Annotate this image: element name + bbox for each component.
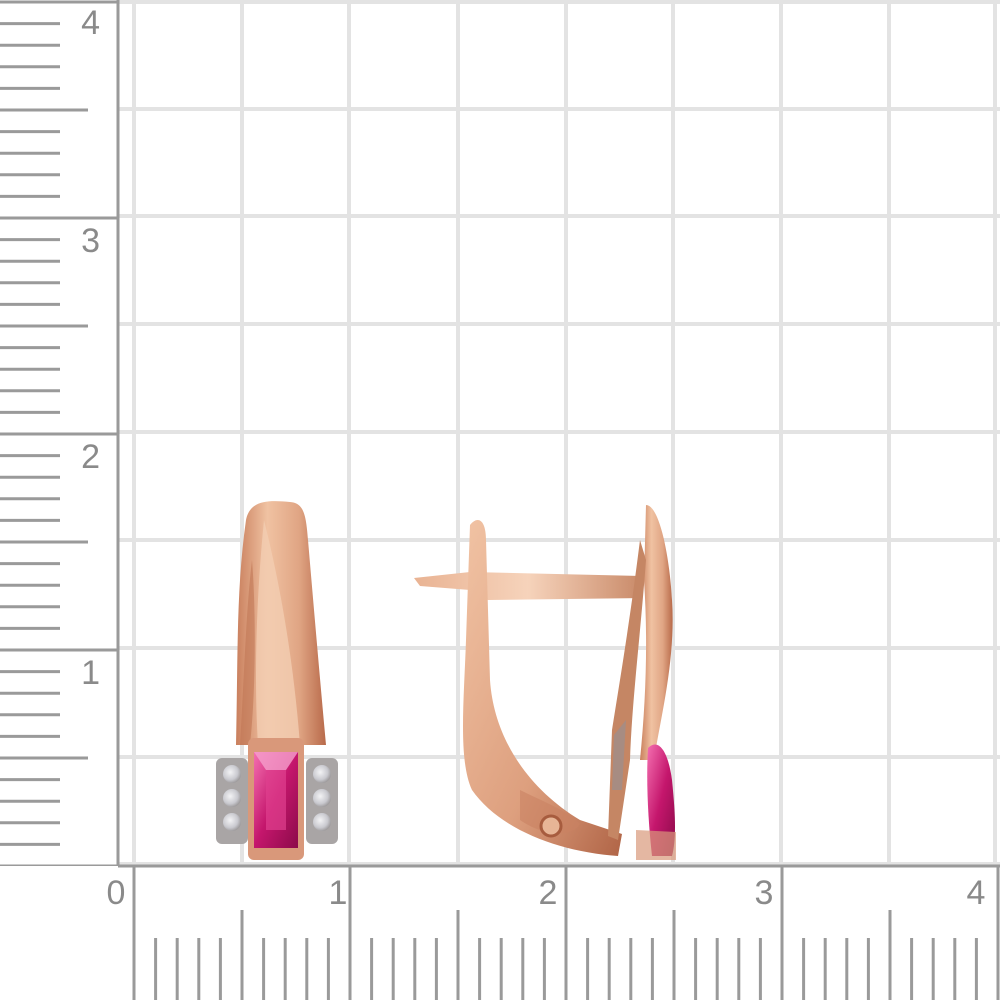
earring-front-view: [216, 501, 338, 860]
y-label-2: 2: [81, 438, 100, 476]
bottom-ruler: 0 1 2 3 4: [0, 864, 1000, 1000]
x-label-1: 1: [329, 874, 348, 912]
y-label-3: 3: [81, 222, 100, 260]
scale-grid-canvas: 4 3 2 1 0 1 2 3 4: [0, 0, 1000, 1000]
x-label-0: 0: [107, 874, 126, 912]
x-label-4: 4: [967, 874, 986, 912]
x-label-3: 3: [755, 874, 774, 912]
left-ruler: 4 3 2 1: [0, 0, 120, 868]
y-label-4: 4: [81, 4, 100, 42]
y-label-1: 1: [81, 654, 100, 692]
x-label-2: 2: [539, 874, 558, 912]
product-photo: 4 3 2 1 0 1 2 3 4: [0, 0, 1000, 1000]
earring-side-view: [414, 505, 676, 860]
